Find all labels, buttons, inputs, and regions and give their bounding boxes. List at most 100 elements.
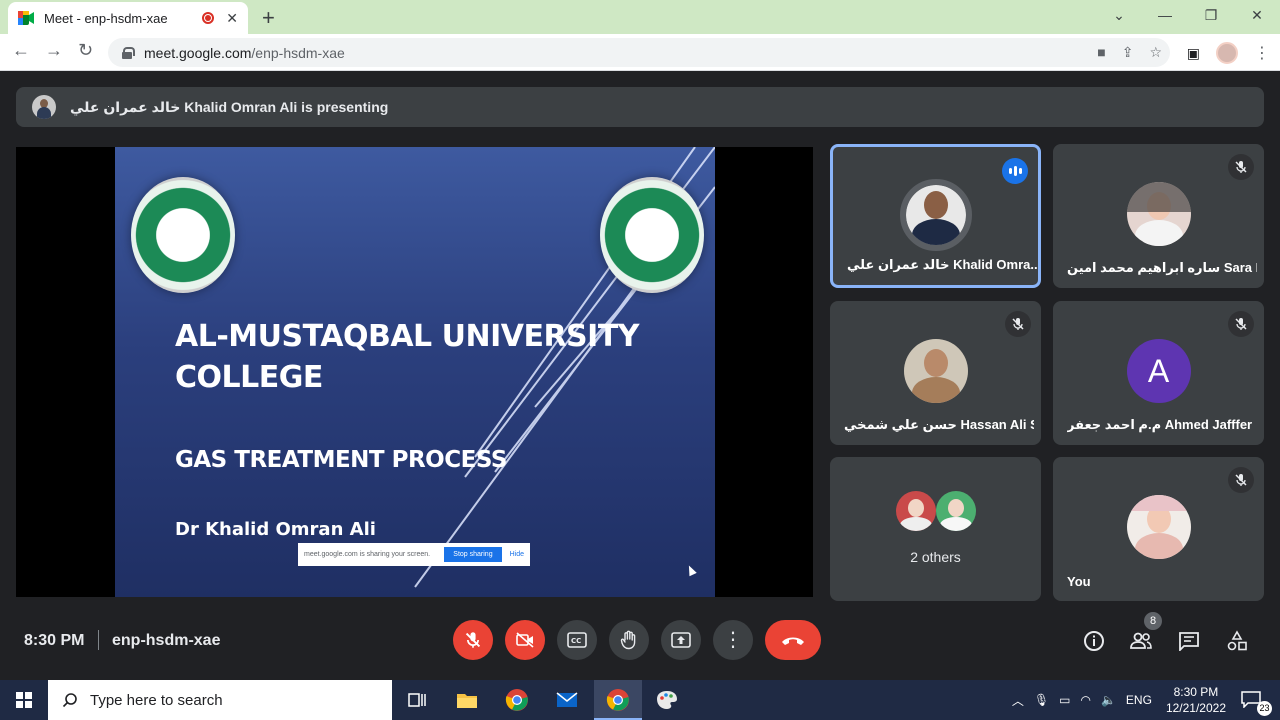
windows-taskbar: Type here to search ︿ 🎙 ▭ ◠ 🔈 ENG 8:30 P… (0, 680, 1280, 720)
slide-title: AL-MUSTAQBAL UNIVERSITY COLLEGE (175, 319, 640, 395)
forward-icon[interactable]: → (45, 40, 63, 61)
tab-search-icon[interactable]: ⌄ (1096, 0, 1142, 30)
taskbar-clock[interactable]: 8:30 PM 12/21/2022 (1166, 684, 1226, 716)
present-now-button[interactable] (661, 620, 701, 660)
screen-share-notice: meet.google.com is sharing your screen. … (298, 543, 530, 566)
share-notice-text: meet.google.com is sharing your screen. (304, 551, 431, 558)
file-explorer-icon[interactable] (455, 688, 479, 712)
presentation-slide: AL-MUSTAQBAL UNIVERSITY COLLEGE GAS TREA… (115, 147, 715, 597)
chat-button[interactable] (1176, 628, 1202, 654)
share-page-icon[interactable]: ⇪ (1122, 44, 1134, 61)
system-tray: ︿ 🎙 ▭ ◠ 🔈 ENG 8:30 PM 12/21/2022 23 (1012, 680, 1280, 720)
close-window-icon[interactable]: ✕ (1234, 0, 1280, 30)
minimize-icon[interactable]: — (1142, 0, 1188, 30)
participant-tile-others[interactable]: 2 others (830, 457, 1041, 601)
search-placeholder: Type here to search (90, 691, 223, 709)
hang-up-icon (782, 637, 804, 645)
browser-tab-strip: Meet - enp-hsdm-xae ✕ + ⌄ — ❐ ✕ (0, 0, 1280, 34)
mic-off-icon (1228, 467, 1254, 493)
other-participant-avatar (896, 491, 936, 531)
meet-favicon-icon (18, 11, 34, 25)
leave-call-button[interactable] (765, 620, 821, 660)
participant-tile-ahmed[interactable]: A م.م احمد جعفر Ahmed Jafffer (1053, 301, 1264, 445)
notification-center-icon[interactable]: 23 (1240, 690, 1272, 716)
taskbar-search-box[interactable]: Type here to search (48, 680, 392, 720)
svg-text:CC: CC (571, 637, 581, 645)
slide-subtitle: GAS TREATMENT PROCESS (175, 447, 507, 473)
bookmark-star-icon[interactable]: ☆ (1149, 44, 1162, 61)
mic-off-icon (1228, 154, 1254, 180)
university-seal-left (131, 177, 235, 293)
presenter-avatar (32, 95, 56, 119)
mic-off-icon (1005, 311, 1031, 337)
browser-tab-meet[interactable]: Meet - enp-hsdm-xae ✕ (8, 2, 248, 34)
restore-icon[interactable]: ❐ (1188, 0, 1234, 30)
participant-avatar (1126, 182, 1191, 246)
paint-icon[interactable] (655, 688, 679, 712)
chrome-active-taskbar-item[interactable] (594, 680, 642, 720)
speaking-indicator-icon (1002, 158, 1028, 184)
hide-share-notice-button[interactable]: Hide (510, 551, 524, 558)
more-options-button[interactable]: ⋮ (713, 620, 753, 660)
mail-icon[interactable] (555, 688, 579, 712)
others-count-label: 2 others (910, 549, 961, 565)
participant-name: م.م احمد جعفر Ahmed Jafffer (1067, 417, 1253, 432)
participant-avatar (899, 179, 972, 251)
url-text: meet.google.com/enp-hsdm-xae (144, 44, 345, 61)
participant-tile-sara[interactable]: ساره ابراهيم محمد امين Sara Ibr... (1053, 144, 1264, 288)
reload-icon[interactable]: ↻ (78, 40, 93, 61)
presentation-stage[interactable]: AL-MUSTAQBAL UNIVERSITY COLLEGE GAS TREA… (16, 147, 813, 597)
volume-icon[interactable]: 🔈 (1101, 693, 1116, 707)
show-hidden-icons-icon[interactable]: ︿ (1012, 692, 1024, 709)
activities-button[interactable] (1224, 628, 1250, 654)
profile-avatar[interactable] (1216, 42, 1238, 64)
new-tab-button[interactable]: + (262, 5, 275, 31)
chrome-icon (606, 689, 629, 711)
raise-hand-icon (620, 630, 636, 650)
info-icon (1084, 631, 1104, 651)
participant-tile-hassan[interactable]: حسن علي شمخي Hassan Ali Sh... (830, 301, 1041, 445)
input-language[interactable]: ENG (1126, 693, 1152, 707)
presenting-banner: خالد عمران علي Khalid Omran Ali is prese… (16, 87, 1264, 127)
microphone-in-use-icon[interactable]: 🎙 (1034, 693, 1049, 707)
divider (98, 630, 99, 650)
mic-off-icon (1228, 311, 1254, 337)
more-vert-icon: ⋮ (723, 629, 743, 651)
present-screen-icon (671, 632, 691, 648)
participant-name: حسن علي شمخي Hassan Ali Sh... (844, 417, 1034, 432)
stop-sharing-button[interactable]: Stop sharing (444, 547, 502, 562)
participant-name: ساره ابراهيم محمد امين Sara Ibr... (1067, 260, 1257, 275)
raise-hand-button[interactable] (609, 620, 649, 660)
camera-toggle-button[interactable] (505, 620, 545, 660)
camera-off-icon (516, 632, 534, 648)
close-tab-icon[interactable]: ✕ (226, 10, 238, 27)
task-view-icon[interactable] (405, 688, 429, 712)
people-icon (1130, 632, 1152, 649)
browser-toolbar: ← → ↻ meet.google.com/enp-hsdm-xae ■ ⇪ ☆… (0, 34, 1280, 71)
participant-name: You (1067, 574, 1091, 589)
notification-count-badge: 23 (1257, 701, 1272, 716)
camera-in-use-icon[interactable]: ■ (1097, 44, 1105, 61)
participant-tile-khalid[interactable]: خالد عمران علي Khalid Omra... (830, 144, 1041, 288)
wifi-icon[interactable]: ◠ (1080, 693, 1090, 707)
meeting-code: enp-hsdm-xae (112, 632, 221, 649)
windows-start-icon[interactable] (16, 692, 32, 708)
people-count-badge: 8 (1144, 612, 1162, 630)
browser-menu-icon[interactable]: ⋮ (1254, 43, 1270, 63)
presenting-text: خالد عمران علي Khalid Omran Ali is prese… (70, 98, 389, 115)
mic-toggle-button[interactable] (453, 620, 493, 660)
participant-tile-self[interactable]: You (1053, 457, 1264, 601)
chat-icon (1179, 632, 1199, 651)
chrome-icon[interactable] (505, 688, 529, 712)
captions-button[interactable]: CC (557, 620, 597, 660)
battery-icon[interactable]: ▭ (1059, 693, 1070, 707)
people-button[interactable] (1128, 628, 1154, 654)
tab-title: Meet - enp-hsdm-xae (44, 10, 168, 26)
meeting-details-button[interactable] (1081, 628, 1107, 654)
back-icon[interactable]: ← (12, 40, 30, 61)
lock-icon[interactable] (122, 46, 135, 59)
side-panel-icon[interactable]: ▣ (1187, 45, 1200, 62)
address-bar[interactable]: meet.google.com/enp-hsdm-xae ■ ⇪ ☆ (108, 38, 1170, 67)
closed-captions-icon: CC (567, 632, 587, 648)
meeting-clock: 8:30 PM (24, 632, 85, 649)
